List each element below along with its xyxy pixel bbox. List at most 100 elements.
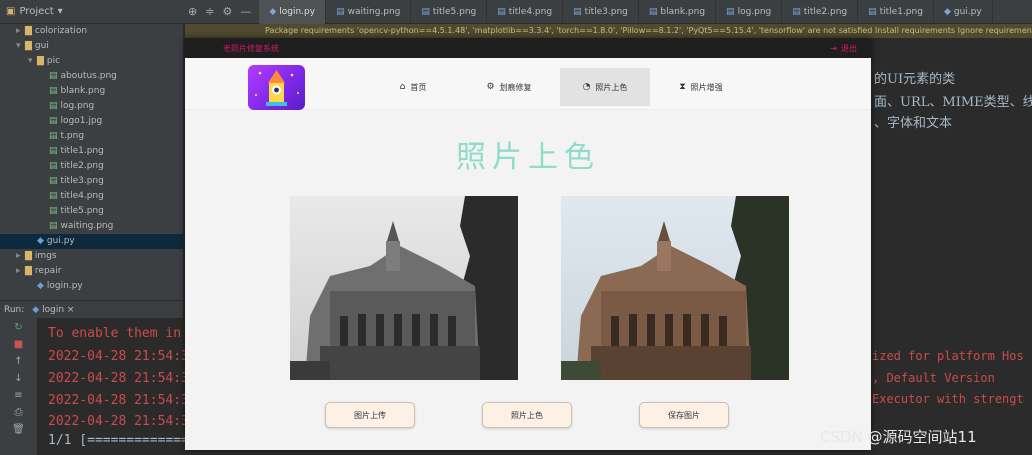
python-file-icon: ◆ <box>943 6 951 17</box>
image-file-icon: ▤ <box>49 131 58 141</box>
editor-tabs: ◆ login.py ▤ waiting.png ▤ title5.png ▤ title4.… <box>259 0 1032 24</box>
save-image-button[interactable]: 保存图片 <box>639 402 729 428</box>
run-tab-label: login <box>42 304 65 315</box>
nav-photo-colorize[interactable]: ◔ 照片上色 <box>560 68 650 106</box>
image-file-icon: ▤ <box>49 116 58 126</box>
editor-tab[interactable]: ▤ title4.png <box>487 0 564 24</box>
tree-file[interactable]: ▤ waiting.png <box>0 219 183 234</box>
editor-line: 的UI元素的类 <box>874 72 956 87</box>
tree-file[interactable]: ▤ blank.png <box>0 84 183 99</box>
tree-label: waiting.png <box>60 221 114 231</box>
tree-label: t.png <box>60 131 85 141</box>
console-line: To enable them in <box>48 326 182 341</box>
expand-arrow-icon[interactable]: ▸ <box>16 249 25 264</box>
tree-label: logo1.jpg <box>60 116 103 126</box>
folder-icon: ▇ <box>25 41 32 51</box>
project-tree: ▸ ▇ colorization ▾ ▇ gui ▾ ▇ pic ▤ aboutus.png ▤ bla… <box>0 24 183 300</box>
exit-button[interactable]: ⇥ 退出 <box>830 43 857 54</box>
image-file-icon: ▤ <box>336 6 345 17</box>
tree-file[interactable]: ▤ title1.png <box>0 144 183 159</box>
tree-file[interactable]: ◆ gui.py <box>0 234 183 249</box>
wrap-icon[interactable]: ≡ <box>14 390 22 401</box>
home-icon: ⌂ <box>399 82 406 92</box>
tree-label: gui.py <box>46 236 75 246</box>
tree-file[interactable]: ▤ title5.png <box>0 204 183 219</box>
tree-label: log.png <box>60 101 95 111</box>
add-icon[interactable]: ⊕ <box>188 5 197 18</box>
editor-tab[interactable]: ▤ log.png <box>716 0 783 24</box>
expand-arrow-icon[interactable]: ▸ <box>16 24 25 39</box>
project-view-toggle[interactable]: ▣ Project ▾ <box>0 6 180 17</box>
tree-file[interactable]: ◆ login.py <box>0 279 183 294</box>
scroll-down-icon[interactable]: ↓ <box>14 373 22 384</box>
upload-image-button[interactable]: 图片上传 <box>325 402 415 428</box>
console-line: 2022-04-28 21:54:3 <box>48 393 189 408</box>
app-titlebar: 老照片修复系统 ⇥ 退出 <box>185 38 871 58</box>
trash-icon[interactable]: 🗑 <box>12 424 25 435</box>
editor-tab-label: waiting.png <box>347 6 401 17</box>
editor-tab[interactable]: ◆ gui.py <box>934 0 993 24</box>
minimize-icon[interactable]: — <box>240 5 251 18</box>
tree-folder[interactable]: ▸ ▇ repair <box>0 264 183 279</box>
expand-arrow-icon[interactable]: ▾ <box>28 54 37 69</box>
editor-tab-label: gui.py <box>953 6 982 17</box>
requirements-banner[interactable]: Package requirements 'opencv-python==4.5… <box>185 24 1032 38</box>
folder-icon: ▇ <box>37 56 44 66</box>
app-title: 老照片修复系统 <box>223 43 279 53</box>
editor-tab[interactable]: ▤ title3.png <box>563 0 639 24</box>
editor-background: 的UI元素的类 面、URL、MIME类型、线 、字体和文本 <box>872 40 1032 300</box>
tree-folder[interactable]: ▾ ▇ gui <box>0 39 183 54</box>
tree-file[interactable]: ▤ title3.png <box>0 174 183 189</box>
page-title: 照片上色 <box>456 140 600 175</box>
editor-tab[interactable]: ▤ blank.png <box>639 0 717 24</box>
tree-file[interactable]: ▤ title2.png <box>0 159 183 174</box>
tree-folder[interactable]: ▾ ▇ pic <box>0 54 183 69</box>
expand-arrow-icon[interactable]: ▾ <box>16 39 25 54</box>
colorize-page: 照片上色 图片上传 照片上色 保存图片 <box>185 110 871 450</box>
python-file-icon: ◆ <box>269 6 277 17</box>
ide-toolbar: ⊕ ≑ ⚙ — <box>180 5 259 18</box>
scroll-up-icon[interactable]: ↑ <box>14 356 22 367</box>
tree-folder[interactable]: ▸ ▇ colorization <box>0 24 183 39</box>
tree-label: title1.png <box>60 146 104 156</box>
editor-tab-label: title2.png <box>803 6 848 17</box>
tree-label: title4.png <box>60 191 104 201</box>
nav-label: 划痕修复 <box>499 82 532 92</box>
run-tab[interactable]: ◆ login × <box>32 305 74 315</box>
stop-icon[interactable]: ■ <box>14 339 23 350</box>
python-icon: ◆ <box>32 304 40 315</box>
editor-tab[interactable]: ▤ title5.png <box>411 0 488 24</box>
editor-tab-label: login.py <box>279 6 316 17</box>
nav-label: 照片增强 <box>690 82 723 92</box>
tree-file[interactable]: ▤ logo1.jpg <box>0 114 183 129</box>
image-file-icon: ▤ <box>726 6 735 17</box>
tree-file[interactable]: ▤ t.png <box>0 129 183 144</box>
tree-label: aboutus.png <box>60 71 117 81</box>
gear-icon[interactable]: ⚙ <box>222 5 232 18</box>
folder-icon: ▇ <box>25 251 32 261</box>
editor-tab-label: title3.png <box>584 6 628 17</box>
tree-file[interactable]: ▤ title4.png <box>0 189 183 204</box>
editor-tab[interactable]: ◆ login.py <box>259 0 327 24</box>
tree-folder[interactable]: ▸ ▇ imgs <box>0 249 183 264</box>
expand-arrow-icon[interactable]: ▸ <box>16 264 25 279</box>
console-line: 2022-04-28 21:54:3 <box>48 371 189 386</box>
editor-tab[interactable]: ▤ title2.png <box>782 0 859 24</box>
editor-tab[interactable]: ▤ title1.png <box>858 0 934 24</box>
split-icon[interactable]: ≑ <box>205 5 214 18</box>
nav-scratch-repair[interactable]: ⚙ 划痕修复 <box>464 68 554 106</box>
tree-file[interactable]: ▤ aboutus.png <box>0 69 183 84</box>
folder-icon: ▇ <box>25 266 32 276</box>
image-file-icon: ▤ <box>49 146 58 156</box>
editor-tab-label: title1.png <box>879 6 923 17</box>
tree-label: login.py <box>46 281 83 291</box>
tree-label: pic <box>46 56 61 66</box>
print-icon[interactable]: ⎙ <box>15 407 23 418</box>
nav-home[interactable]: ⌂ 首页 <box>368 68 458 106</box>
colorize-photo-button[interactable]: 照片上色 <box>482 402 572 428</box>
nav-photo-enhance[interactable]: ⧗ 照片增强 <box>656 68 746 106</box>
tree-file[interactable]: ▤ log.png <box>0 99 183 114</box>
rerun-icon[interactable]: ↻ <box>14 322 22 333</box>
run-panel-header: Run: ◆ login × <box>0 300 183 318</box>
editor-tab[interactable]: ▤ waiting.png <box>326 0 412 24</box>
